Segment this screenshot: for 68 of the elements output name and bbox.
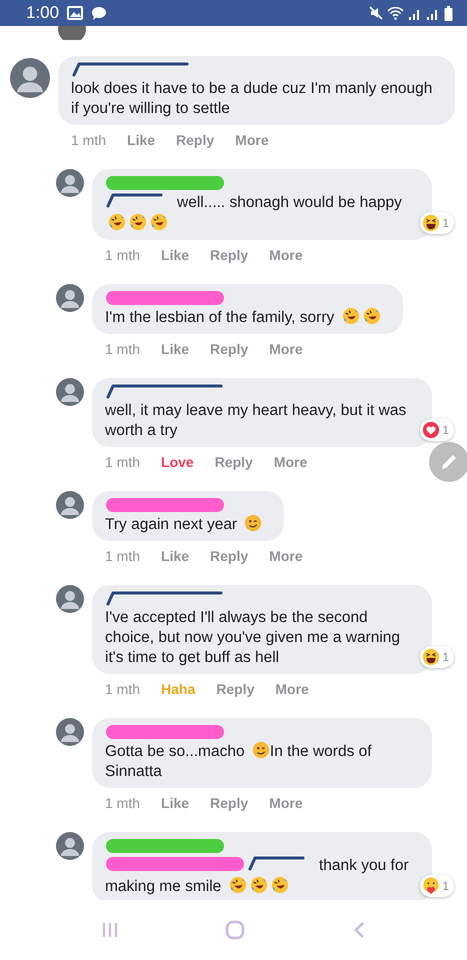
avatar[interactable] — [56, 378, 84, 406]
avatar[interactable] — [56, 585, 84, 613]
comment-text: In the words of — [270, 743, 372, 760]
comment-text: thank you for — [319, 857, 409, 874]
like-button[interactable]: Like — [161, 794, 190, 812]
chat-icon — [91, 6, 108, 20]
like-button[interactable]: Like — [161, 340, 190, 358]
more-button[interactable]: More — [275, 680, 309, 698]
laughing-emoji-icon — [362, 307, 381, 325]
timestamp: 1 mth — [105, 246, 140, 264]
reply-button[interactable]: Reply — [214, 453, 253, 471]
reply-button[interactable]: Reply — [216, 680, 254, 698]
clock-time: 1:00 — [26, 2, 60, 24]
more-button[interactable]: More — [235, 131, 269, 149]
avatar[interactable] — [56, 169, 84, 197]
picture-icon — [67, 6, 84, 20]
laughing-emoji-icon — [150, 213, 168, 231]
avatar[interactable] — [10, 58, 50, 98]
winking-emoji-icon — [252, 741, 270, 759]
laughing-emoji-icon — [228, 876, 247, 894]
winking-emoji-icon — [244, 514, 262, 532]
more-button[interactable]: More — [269, 246, 303, 264]
more-button[interactable]: More — [269, 340, 303, 358]
timestamp: 1 mth — [105, 794, 140, 812]
timestamp: 1 mth — [71, 131, 106, 149]
pencil-icon — [440, 453, 458, 471]
comment-text: well, it may leave my heart heavy, but it was worth a try — [105, 402, 406, 439]
laughing-emoji-icon — [342, 307, 360, 325]
comment-text: Try again next year — [105, 516, 238, 533]
comment-text: making me smile — [105, 878, 222, 895]
like-button[interactable]: Like — [127, 131, 156, 149]
like-button[interactable]: Like — [161, 246, 190, 264]
laughing-emoji-icon — [108, 213, 126, 231]
reaction-count[interactable]: 1 — [420, 875, 454, 897]
timestamp: 1 mth — [105, 340, 140, 358]
timestamp: 1 mth — [105, 547, 140, 565]
reply-button[interactable]: Reply — [210, 547, 248, 565]
comment-text: look does it have to be a dude cuz I'm manly enough if you're willing to settle — [71, 80, 432, 117]
avatar[interactable] — [56, 284, 84, 312]
timestamp: 1 mth — [105, 453, 140, 471]
mute-icon — [369, 6, 383, 20]
more-button[interactable]: More — [269, 547, 303, 565]
reaction-count[interactable]: 1 — [420, 419, 454, 441]
laughing-emoji-icon — [270, 876, 289, 894]
laughing-emoji-icon — [129, 213, 147, 231]
comment-text: Gotta be so...macho — [105, 743, 245, 760]
like-button[interactable]: Like — [161, 547, 190, 565]
comment-text: I'm the lesbian of the family, sorry — [105, 309, 334, 326]
like-button[interactable]: Love — [161, 453, 194, 471]
laughing-emoji-icon — [250, 876, 268, 894]
comment-text: well..... shonagh would be happy — [177, 194, 402, 211]
like-button[interactable]: Haha — [161, 680, 196, 698]
more-button[interactable]: More — [269, 794, 303, 812]
avatar[interactable] — [56, 832, 84, 860]
avatar[interactable] — [56, 491, 84, 519]
comment-text: I've accepted I'll always be the second choice, but now you've given me a warning it's time to get buff as hell — [105, 609, 400, 666]
reply-button[interactable]: Reply — [210, 340, 248, 358]
timestamp: 1 mth — [105, 680, 140, 698]
more-button[interactable]: More — [274, 453, 308, 471]
reply-button[interactable]: Reply — [210, 794, 248, 812]
battery-icon — [444, 6, 453, 20]
avatar[interactable] — [56, 718, 84, 746]
reaction-count[interactable]: 1 — [420, 646, 454, 668]
comment-text: Sinnatta — [105, 763, 162, 780]
reply-button[interactable]: Reply — [176, 131, 214, 149]
wifi-icon — [387, 6, 404, 20]
reply-button[interactable]: Reply — [210, 246, 248, 264]
reaction-count[interactable]: 1 — [420, 212, 454, 234]
